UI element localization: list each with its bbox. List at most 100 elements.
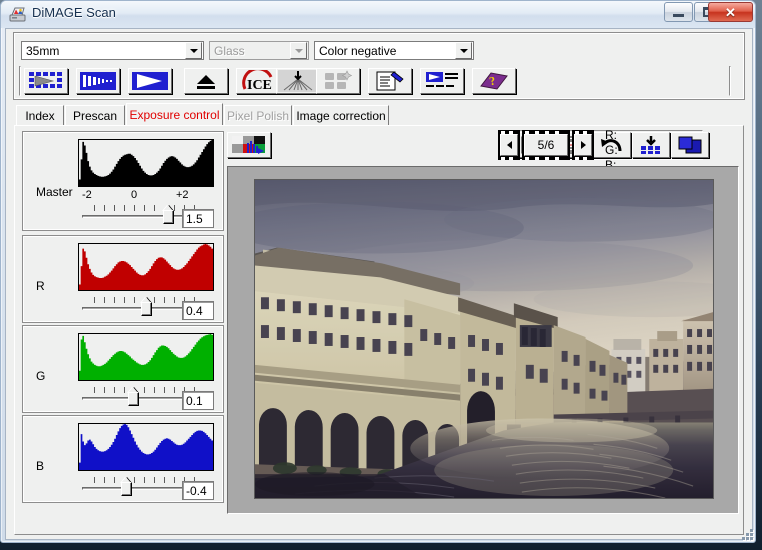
- slider-thumb-g[interactable]: [128, 387, 140, 406]
- chevron-down-icon[interactable]: [185, 42, 202, 59]
- frame-counter-label: 5/6: [537, 138, 555, 152]
- four-squares-sparkle-icon: [325, 70, 353, 89]
- film-type-value: Color negative: [319, 43, 397, 58]
- holder-dropdown: Glass: [209, 41, 309, 60]
- slider-ticks-b: [94, 477, 195, 483]
- preview-image[interactable]: [254, 179, 714, 499]
- value-box-g[interactable]: 0.1: [182, 391, 214, 410]
- histogram-b: [78, 423, 214, 471]
- value-box-r[interactable]: 0.4: [182, 301, 214, 320]
- scale-min-label: -2: [82, 189, 92, 201]
- tab-index[interactable]: Index: [16, 105, 64, 125]
- grain-dissolver-button[interactable]: [276, 68, 320, 94]
- scan-arrow-icon: [132, 72, 168, 90]
- histogram-g: [78, 333, 214, 381]
- film-format-value: 35mm: [26, 43, 60, 58]
- help-button[interactable]: ?: [472, 68, 516, 94]
- svg-text:ICE: ICE: [247, 78, 272, 92]
- settings-list-icon: [426, 72, 458, 87]
- grid-download-icon: [641, 136, 660, 154]
- filmstrip-prescan-icon: [80, 72, 116, 90]
- tab-prescan[interactable]: Prescan: [65, 105, 125, 125]
- image-view[interactable]: [227, 166, 739, 514]
- toolbar-separator: [19, 66, 21, 96]
- slider-ticks-master: [94, 205, 195, 211]
- value-box-master[interactable]: 1.5: [182, 209, 214, 228]
- sprocket-holes: [498, 156, 520, 160]
- index-scan-button[interactable]: [24, 68, 68, 94]
- next-frame-button[interactable]: [572, 130, 594, 160]
- exposure-control-panel: Master -2 0 +2 1.5 R 0.4 G 0.1 B -0.4 5/…: [14, 125, 744, 535]
- sprocket-holes: [572, 130, 594, 134]
- slider-thumb-r[interactable]: [141, 297, 153, 316]
- application-window: DiMAGE Scan ✕ 35mm Glass Color negative: [0, 0, 756, 543]
- rgb-histogram-button[interactable]: [227, 132, 271, 158]
- prescan-button[interactable]: [76, 68, 120, 94]
- ice-icon: ICE: [242, 70, 273, 92]
- tab-exposure-control[interactable]: Exposure control: [126, 103, 223, 125]
- channel-label-r: R: [36, 279, 45, 293]
- minimize-icon: [673, 14, 684, 17]
- close-icon: ✕: [725, 4, 736, 20]
- histogram-master: [78, 139, 214, 187]
- apply-button[interactable]: [632, 132, 670, 158]
- resize-grip[interactable]: [740, 527, 753, 540]
- sprocket-holes: [498, 130, 520, 134]
- previous-frame-button[interactable]: [498, 130, 520, 160]
- rgb-histogram-icon: [232, 136, 265, 154]
- channel-label-b: B: [36, 459, 45, 473]
- channel-label-master: Master: [36, 185, 73, 199]
- slider-thumb-master[interactable]: [162, 205, 174, 224]
- title-bar: DiMAGE Scan ✕: [1, 1, 755, 28]
- rgb-readout-r: R:: [605, 128, 617, 142]
- tab-pixel-polish: Pixel Polish: [224, 105, 292, 125]
- scan-button[interactable]: [128, 68, 172, 94]
- scale-mid-label: 0: [131, 189, 138, 201]
- preferences-button[interactable]: [420, 68, 464, 94]
- job-save-button[interactable]: [368, 68, 412, 94]
- value-box-b[interactable]: -0.4: [182, 481, 214, 500]
- sprocket-holes: [572, 156, 594, 160]
- arrow-right-icon: [580, 141, 586, 149]
- chevron-down-icon[interactable]: [455, 42, 472, 59]
- slider-ticks-g: [94, 387, 195, 393]
- minimize-button[interactable]: [664, 2, 693, 22]
- scale-max-label: +2: [176, 189, 189, 201]
- slider-thumb-b[interactable]: [121, 477, 133, 496]
- scanner-app-icon: [9, 7, 26, 22]
- tab-image-correction[interactable]: Image correction: [293, 105, 389, 125]
- sprocket-holes: [522, 130, 570, 134]
- purple-help-book-icon: ?: [480, 72, 508, 90]
- scale-labels-master: -2 0 +2: [78, 189, 214, 203]
- eject-button[interactable]: [184, 68, 228, 94]
- tab-label: Image correction: [296, 108, 386, 123]
- compare-button[interactable]: [671, 132, 709, 158]
- tab-label: Index: [25, 108, 55, 123]
- channel-panel-r: R 0.4: [23, 236, 223, 322]
- tab-label: Prescan: [72, 108, 118, 123]
- pixel-polish-button: [316, 68, 360, 94]
- tab-label: Exposure control: [129, 107, 220, 122]
- channel-panel-g: G 0.1: [23, 326, 223, 412]
- grain-dissolver-icon: [278, 70, 318, 92]
- film-index-icon: [29, 72, 62, 88]
- client-area: 35mm Glass Color negative ICE ? Index Pr…: [5, 28, 753, 540]
- chevron-down-icon: [290, 42, 307, 59]
- rgb-readout-g: G:: [605, 143, 618, 157]
- compare-panes-icon: [678, 136, 702, 154]
- frame-counter: 5/6: [522, 130, 570, 160]
- eject-icon: [197, 75, 215, 89]
- sprocket-holes: [522, 156, 570, 160]
- film-type-dropdown[interactable]: Color negative: [314, 41, 474, 60]
- film-format-dropdown[interactable]: 35mm: [21, 41, 204, 60]
- document-pen-icon: [376, 71, 404, 91]
- channel-panel-b: B -0.4: [23, 416, 223, 502]
- close-button[interactable]: ✕: [708, 2, 753, 22]
- window-title: DiMAGE Scan: [32, 5, 116, 20]
- digital-ice-button[interactable]: ICE: [236, 68, 280, 94]
- arrow-left-icon: [506, 141, 512, 149]
- holder-value: Glass: [214, 43, 245, 58]
- channel-panel-master: Master -2 0 +2 1.5: [23, 132, 223, 230]
- settings-toolbar-group: 35mm Glass Color negative ICE ?: [14, 33, 744, 99]
- tab-label: Pixel Polish: [226, 108, 290, 123]
